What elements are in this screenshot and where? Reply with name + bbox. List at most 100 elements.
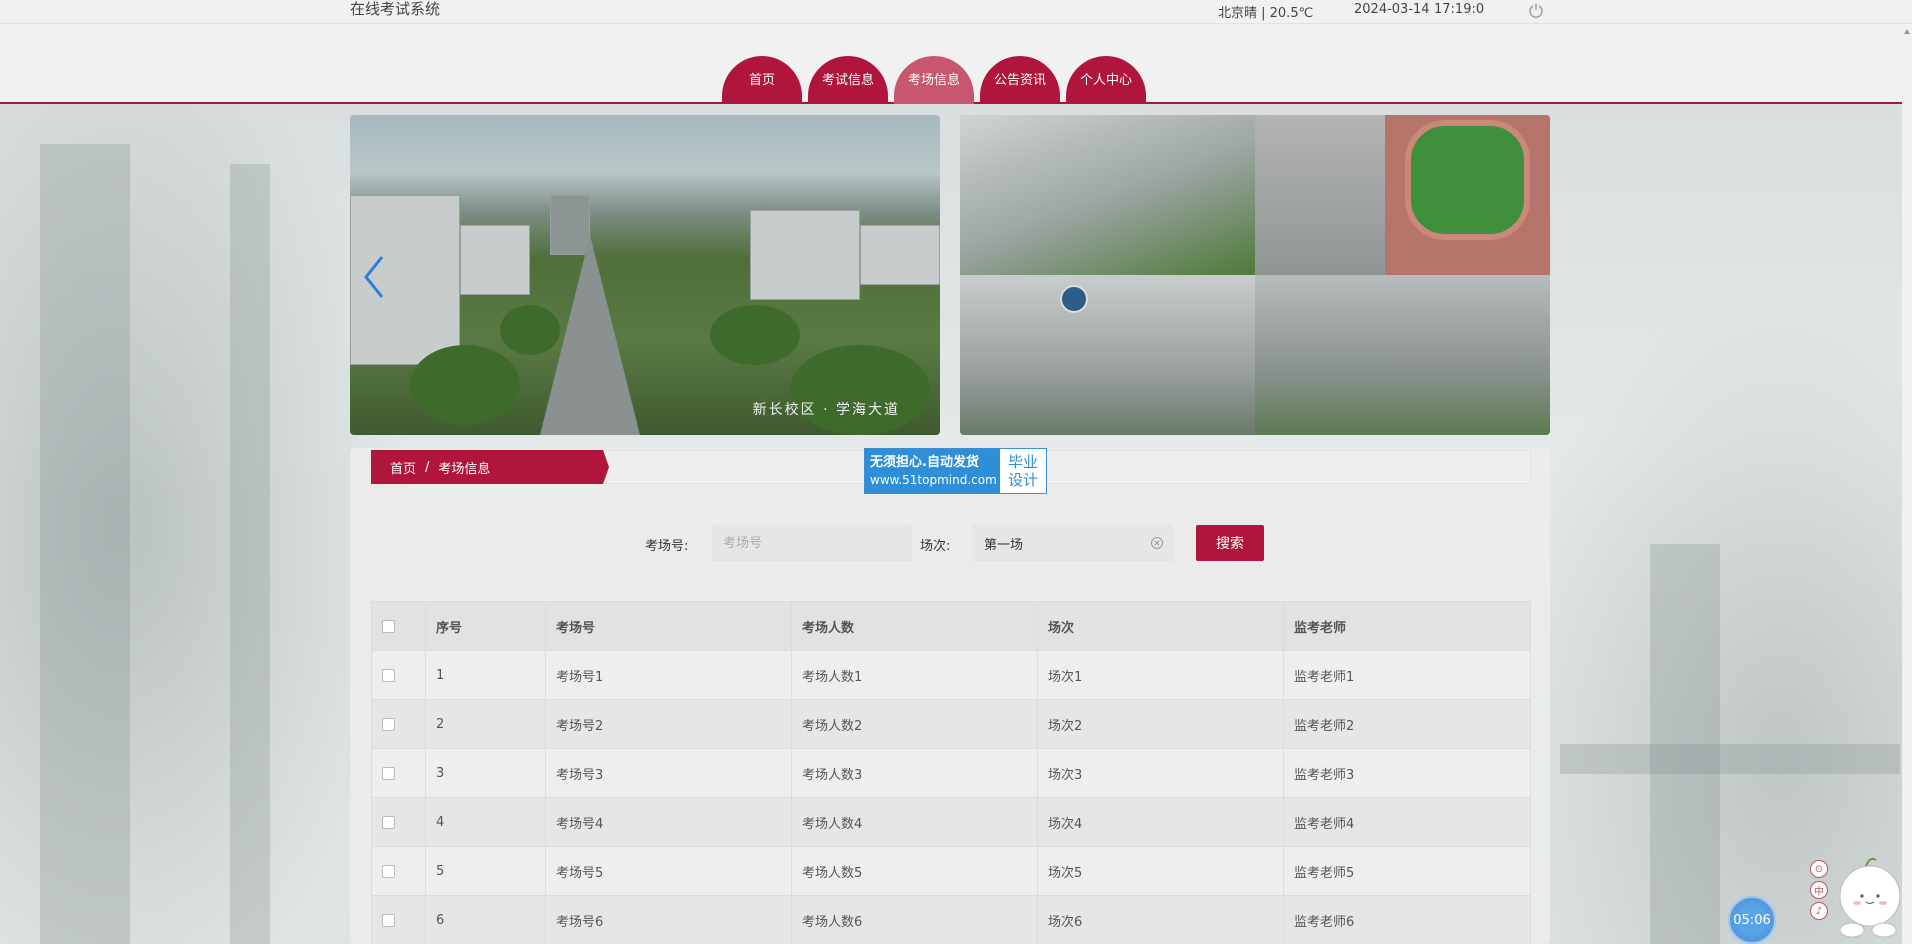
ad-badge[interactable]: 无须担心.自动发货 www.51topmind.com 毕业 设计 <box>864 448 1047 494</box>
cell-count: 考场人数4 <box>791 797 1038 847</box>
breadcrumb-separator: / <box>425 459 430 475</box>
scrollbar-track[interactable] <box>1902 24 1912 944</box>
banner-building <box>860 225 940 285</box>
breadcrumb-home[interactable]: 首页 <box>390 458 416 477</box>
nav-tab-announcements[interactable]: 公告资讯 <box>980 56 1060 104</box>
row-checkbox-cell <box>371 699 426 749</box>
cell-room: 考场号2 <box>545 699 792 749</box>
prev-arrow-icon[interactable] <box>362 255 386 299</box>
banner-tile <box>1255 275 1550 435</box>
row-checkbox-cell <box>371 748 426 798</box>
ad-right: 毕业 设计 <box>1000 449 1046 493</box>
clear-icon[interactable] <box>1150 536 1164 550</box>
language-icon[interactable]: 中 <box>1810 881 1828 899</box>
cell-index: 1 <box>425 650 546 700</box>
settings-icon[interactable]: ⊙ <box>1810 860 1828 878</box>
cell-proctor: 监考老师5 <box>1283 846 1531 896</box>
table-header-row: 序号 考场号 考场人数 场次 监考老师 <box>371 601 1531 651</box>
cell-session: 场次6 <box>1037 895 1284 944</box>
ad-left: 无须担心.自动发货 www.51topmind.com <box>865 449 1000 493</box>
cell-count: 考场人数5 <box>791 846 1038 896</box>
cell-proctor: 监考老师6 <box>1283 895 1531 944</box>
room-number-label: 考场号: <box>645 539 689 554</box>
date-text: 2024-03-14 <box>1354 2 1430 17</box>
col-header-proctor: 监考老师 <box>1283 601 1531 651</box>
col-header-room: 考场号 <box>545 601 792 651</box>
cell-count: 考场人数3 <box>791 748 1038 798</box>
table-row[interactable]: 5 考场号5 考场人数5 场次5 监考老师5 <box>371 846 1531 896</box>
cell-count: 考场人数6 <box>791 895 1038 944</box>
col-header-count: 考场人数 <box>791 601 1038 651</box>
cell-count: 考场人数1 <box>791 650 1038 700</box>
table-row[interactable]: 2 考场号2 考场人数2 场次2 监考老师2 <box>371 699 1531 749</box>
cell-proctor: 监考老师2 <box>1283 699 1531 749</box>
banner-tree <box>710 305 800 365</box>
nav-tab-exam-info[interactable]: 考试信息 <box>808 56 888 104</box>
row-checkbox-cell <box>371 797 426 847</box>
table-row[interactable]: 6 考场号6 考场人数6 场次6 监考老师6 <box>371 895 1531 944</box>
campus-banner-right <box>960 115 1550 435</box>
banner-building <box>460 225 530 295</box>
breadcrumb-current: 考场信息 <box>438 461 491 477</box>
cell-room: 考场号1 <box>545 650 792 700</box>
session-input[interactable] <box>973 525 1173 561</box>
site-title: 在线考试系统 <box>350 0 441 18</box>
nav-tab-label: 首页 <box>748 72 775 88</box>
breadcrumb: 首页 / 考场信息 <box>371 450 609 484</box>
exam-room-table: 序号 考场号 考场人数 场次 监考老师 1 考场号1 考场人数1 场次1 监考老… <box>371 601 1531 944</box>
ad-right-top: 毕业 <box>1007 453 1038 471</box>
row-checkbox[interactable] <box>382 815 395 829</box>
banner-tile <box>1255 115 1385 275</box>
ad-line1: 无须担心.自动发货 <box>870 455 979 470</box>
table-row[interactable]: 4 考场号4 考场人数4 场次4 监考老师4 <box>371 797 1531 847</box>
cell-session: 场次4 <box>1037 797 1284 847</box>
nav-tab-label: 考试信息 <box>821 72 874 88</box>
cell-room: 考场号6 <box>545 895 792 944</box>
banner-tree <box>410 345 520 425</box>
cell-room: 考场号5 <box>545 846 792 896</box>
nav-tab-exam-room-info[interactable]: 考场信息 <box>894 56 974 104</box>
time-text: 17:19:0 <box>1434 2 1485 17</box>
row-checkbox[interactable] <box>382 864 395 878</box>
power-icon[interactable] <box>1528 2 1544 18</box>
nav-tab-label: 个人中心 <box>1079 72 1132 88</box>
cell-session: 场次3 <box>1037 748 1284 798</box>
table-row[interactable]: 3 考场号3 考场人数3 场次3 监考老师3 <box>371 748 1531 798</box>
nav-tab-label: 公告资讯 <box>993 72 1046 88</box>
nav-tab-home[interactable]: 首页 <box>722 56 802 104</box>
room-number-input[interactable] <box>712 525 912 561</box>
cell-proctor: 监考老师3 <box>1283 748 1531 798</box>
timer-badge[interactable]: 05:06 <box>1728 896 1776 944</box>
row-checkbox[interactable] <box>382 766 395 780</box>
search-button[interactable]: 搜索 <box>1196 525 1264 561</box>
scroll-up-arrow-icon[interactable] <box>1903 26 1911 40</box>
cell-proctor: 监考老师1 <box>1283 650 1531 700</box>
col-header-session: 场次 <box>1037 601 1284 651</box>
row-checkbox-cell <box>371 895 426 944</box>
row-checkbox-cell <box>371 650 426 700</box>
banner-tile <box>1385 115 1550 275</box>
row-checkbox[interactable] <box>382 668 395 682</box>
music-icon[interactable]: ♪ <box>1810 902 1828 920</box>
mascot-icon[interactable] <box>1832 848 1902 938</box>
table-row[interactable]: 1 考场号1 考场人数1 场次1 监考老师1 <box>371 650 1531 700</box>
cell-index: 6 <box>425 895 546 944</box>
cell-session: 场次2 <box>1037 699 1284 749</box>
row-checkbox[interactable] <box>382 913 395 927</box>
cell-index: 3 <box>425 748 546 798</box>
select-all-checkbox[interactable] <box>382 619 395 633</box>
cell-proctor: 监考老师4 <box>1283 797 1531 847</box>
top-bar: 在线考试系统 北京晴 | 20.5℃ 2024-03-14 17:19:0 <box>0 0 1912 24</box>
row-checkbox[interactable] <box>382 717 395 731</box>
cell-room: 考场号3 <box>545 748 792 798</box>
banner-building <box>750 210 860 300</box>
col-header-index: 序号 <box>425 601 546 651</box>
weather-text: 北京晴 | 20.5℃ <box>1218 6 1314 21</box>
select-all-cell <box>371 601 426 651</box>
row-checkbox-cell <box>371 846 426 896</box>
banner-tree <box>500 305 560 355</box>
bg-pillar-left-2 <box>230 164 270 944</box>
nav-bar: 首页 考试信息 考场信息 公告资讯 个人中心 <box>0 24 1912 104</box>
bg-railing <box>1560 744 1900 774</box>
nav-tab-profile[interactable]: 个人中心 <box>1066 56 1146 104</box>
